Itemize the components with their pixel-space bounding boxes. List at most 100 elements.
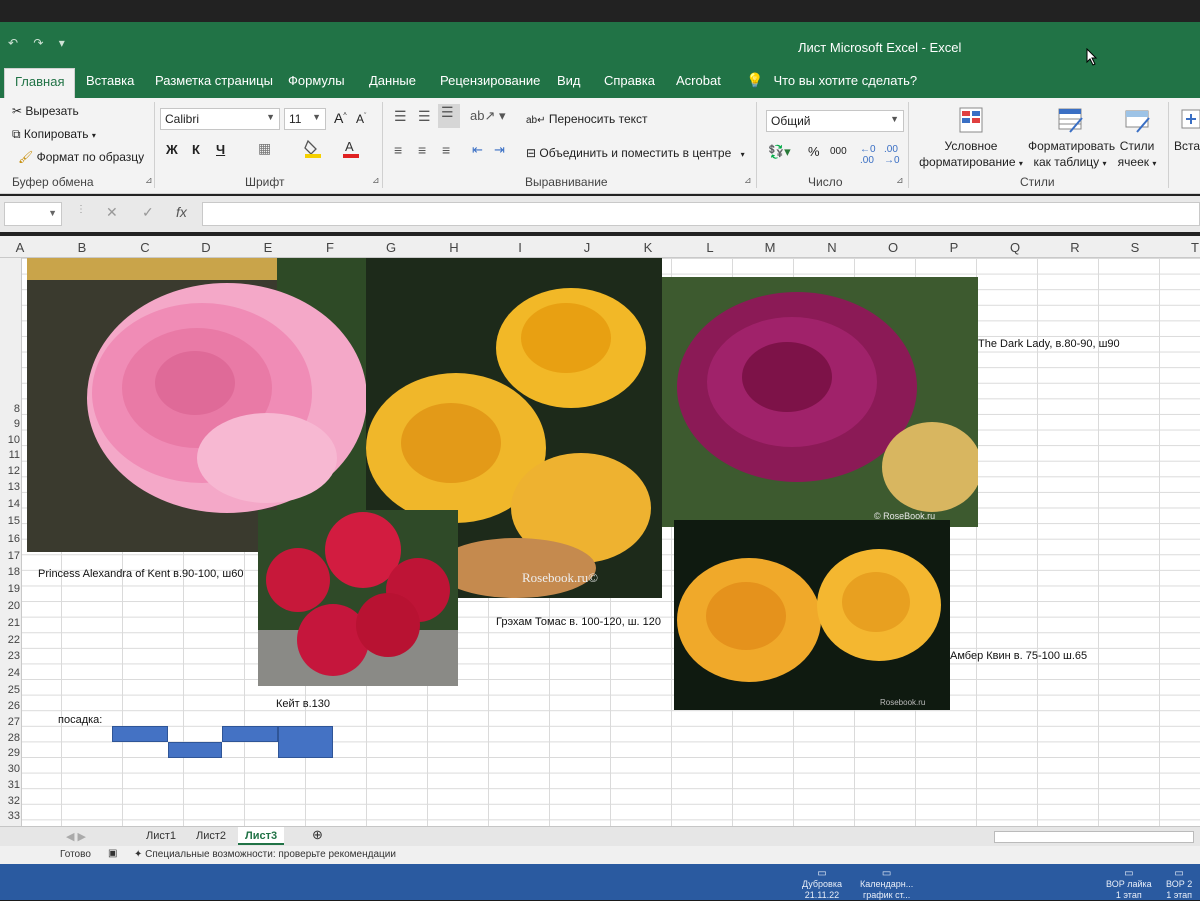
sheet-tab-3[interactable]: Лист3 bbox=[238, 827, 285, 845]
row-header[interactable]: 25 bbox=[0, 684, 20, 696]
decrease-decimal-icon[interactable]: .00 →0 bbox=[884, 144, 900, 166]
tab-formulas[interactable]: Формулы bbox=[288, 73, 345, 88]
sheet-tab-1[interactable]: Лист1 bbox=[146, 830, 176, 842]
dialog-launcher-icon[interactable]: ⊿ bbox=[896, 175, 904, 186]
dialog-launcher-icon[interactable]: ⊿ bbox=[145, 175, 153, 186]
bold-button[interactable]: Ж bbox=[166, 142, 178, 157]
taskbar-item[interactable]: ▭ Дубровка 21.11.22 bbox=[802, 868, 842, 901]
row-header[interactable]: 30 bbox=[0, 763, 20, 775]
horizontal-scrollbar[interactable] bbox=[994, 831, 1194, 843]
column-header[interactable]: F bbox=[320, 240, 340, 255]
column-header[interactable]: O bbox=[883, 240, 903, 255]
column-header[interactable]: A bbox=[10, 240, 30, 255]
wrap-text-button[interactable]: ab↵ Переносить текст bbox=[526, 112, 648, 126]
align-bottom-icon[interactable]: ☰ bbox=[438, 104, 460, 128]
column-header[interactable]: P bbox=[944, 240, 964, 255]
column-header[interactable]: T bbox=[1185, 240, 1200, 255]
tab-help[interactable]: Справка bbox=[604, 73, 655, 88]
row-header[interactable]: 17 bbox=[0, 550, 20, 562]
row-header[interactable]: 10 bbox=[0, 434, 20, 446]
row-header[interactable]: 11 bbox=[0, 449, 20, 461]
thousands-button[interactable]: 000 bbox=[830, 146, 847, 157]
row-header[interactable]: 13 bbox=[0, 481, 20, 493]
cell-caption-graham[interactable]: Грэхам Томас в. 100-120, ш. 120 bbox=[496, 616, 661, 628]
row-header[interactable]: 20 bbox=[0, 600, 20, 612]
font-color-button[interactable]: A bbox=[342, 138, 360, 161]
filled-cell[interactable] bbox=[222, 726, 278, 742]
row-header[interactable]: 18 bbox=[0, 566, 20, 578]
rose-amber-image[interactable]: Rosebook.ru bbox=[674, 520, 950, 710]
column-header[interactable]: M bbox=[760, 240, 780, 255]
align-center-icon[interactable]: ≡ bbox=[418, 142, 426, 158]
tab-insert[interactable]: Вставка bbox=[86, 73, 134, 88]
row-header[interactable]: 9 bbox=[0, 418, 20, 430]
column-header[interactable]: C bbox=[135, 240, 155, 255]
cell-caption-princess[interactable]: Princess Alexandra of Kent в.90-100, ш60 bbox=[38, 568, 243, 580]
column-header[interactable]: S bbox=[1125, 240, 1145, 255]
font-name-select[interactable]: Calibri ▼ bbox=[160, 108, 280, 130]
tab-acrobat[interactable]: Acrobat bbox=[676, 73, 721, 88]
grow-font-button[interactable]: A^ bbox=[334, 110, 347, 126]
cell-styles-button[interactable]: Стили ячеек ▾ bbox=[1112, 106, 1162, 172]
row-header[interactable]: 16 bbox=[0, 533, 20, 545]
currency-icon[interactable]: 💱▾ bbox=[768, 144, 791, 160]
rose-kate-image[interactable] bbox=[258, 510, 458, 686]
rose-dark-lady-image[interactable]: © RoseBook.ru bbox=[662, 277, 978, 527]
cell-caption-kate[interactable]: Кейт в.130 bbox=[276, 698, 330, 710]
orientation-icon[interactable]: ab↗ ▾ bbox=[470, 108, 506, 124]
tab-view[interactable]: Вид bbox=[557, 73, 581, 88]
row-header[interactable]: 14 bbox=[0, 498, 20, 510]
row-header[interactable]: 28 bbox=[0, 732, 20, 744]
fill-color-button[interactable] bbox=[304, 138, 322, 161]
italic-button[interactable]: К bbox=[192, 142, 200, 157]
taskbar-item[interactable]: ▭ ВОР 21 этап bbox=[1166, 868, 1192, 901]
shrink-font-button[interactable]: Aˇ bbox=[356, 112, 366, 126]
accessibility-status[interactable]: ✦ Специальные возможности: проверьте рек… bbox=[134, 849, 396, 860]
column-header[interactable]: R bbox=[1065, 240, 1085, 255]
dialog-launcher-icon[interactable]: ⊿ bbox=[372, 175, 380, 186]
increase-decimal-icon[interactable]: ←0.00 bbox=[860, 144, 876, 166]
column-header[interactable]: K bbox=[638, 240, 658, 255]
row-header[interactable]: 29 bbox=[0, 747, 20, 759]
align-top-icon[interactable]: ☰ bbox=[394, 108, 407, 125]
borders-icon[interactable]: ▦ bbox=[258, 140, 271, 157]
scroll-left-icon[interactable]: ◀ ▶ bbox=[66, 830, 86, 843]
column-header[interactable]: J bbox=[577, 240, 597, 255]
cell-caption-dark-lady[interactable]: The Dark Lady, в.80-90, ш90 bbox=[978, 338, 1120, 350]
align-middle-icon[interactable]: ☰ bbox=[418, 108, 431, 125]
column-header[interactable]: D bbox=[196, 240, 216, 255]
column-header[interactable]: I bbox=[510, 240, 530, 255]
column-header[interactable]: B bbox=[72, 240, 92, 255]
decrease-indent-icon[interactable]: ⇤ bbox=[472, 142, 483, 158]
align-left-icon[interactable]: ≡ bbox=[394, 142, 402, 158]
percent-button[interactable]: % bbox=[808, 144, 820, 159]
formula-input[interactable] bbox=[202, 202, 1200, 226]
sheet-tab-2[interactable]: Лист2 bbox=[196, 830, 226, 842]
filled-cell[interactable] bbox=[278, 726, 333, 758]
row-header[interactable]: 24 bbox=[0, 667, 20, 679]
column-header[interactable]: L bbox=[700, 240, 720, 255]
column-header[interactable]: E bbox=[258, 240, 278, 255]
taskbar-item[interactable]: ▭ ВОР лайка 1 этап bbox=[1106, 868, 1152, 901]
row-header[interactable]: 32 bbox=[0, 795, 20, 807]
tab-review[interactable]: Рецензирование bbox=[440, 73, 540, 88]
column-header[interactable]: N bbox=[822, 240, 842, 255]
filled-cell[interactable] bbox=[112, 726, 168, 742]
add-sheet-icon[interactable]: ⊕ bbox=[312, 827, 323, 843]
row-header[interactable]: 12 bbox=[0, 465, 20, 477]
insert-function-button[interactable]: fx bbox=[176, 204, 187, 220]
increase-indent-icon[interactable]: ⇥ bbox=[494, 142, 505, 158]
enter-icon[interactable]: ✓ bbox=[142, 204, 154, 221]
tell-me-box[interactable]: 💡 Что вы хотите сделать? bbox=[746, 72, 917, 89]
cut-button[interactable]: ✂ Вырезать bbox=[12, 104, 79, 118]
insert-cells-button[interactable]: Вста bbox=[1174, 106, 1200, 154]
row-header[interactable]: 26 bbox=[0, 700, 20, 712]
row-header[interactable]: 21 bbox=[0, 617, 20, 629]
column-header[interactable]: G bbox=[381, 240, 401, 255]
rose-pink-image[interactable] bbox=[27, 258, 372, 552]
column-header[interactable]: Q bbox=[1005, 240, 1025, 255]
row-header[interactable]: 23 bbox=[0, 650, 20, 662]
tab-data[interactable]: Данные bbox=[369, 73, 416, 88]
cell-caption-amber[interactable]: Амбер Квин в. 75-100 ш.65 bbox=[950, 650, 1087, 662]
name-box[interactable]: ▼ bbox=[4, 202, 62, 226]
